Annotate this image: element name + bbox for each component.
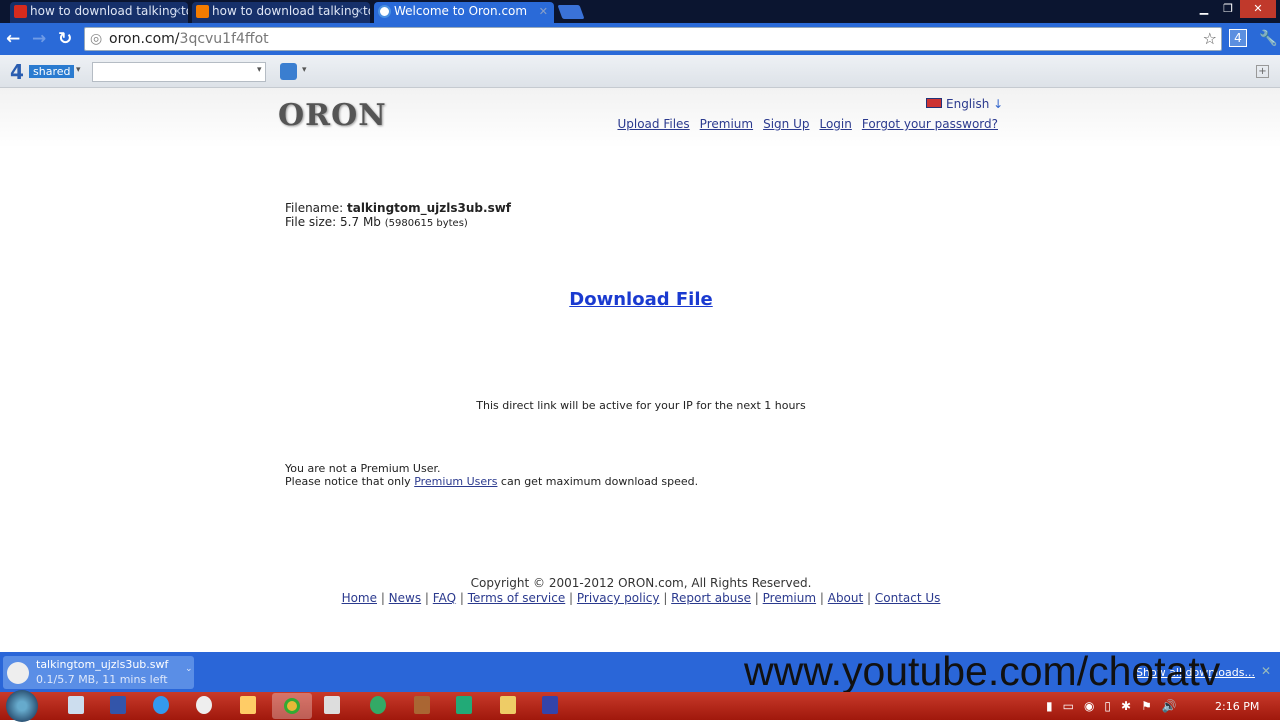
page-content: ORON English ↓ Upload Files Premium Sign…: [0, 88, 1280, 652]
navigation-bar: ← → ↻ ◎ oron.com/3qcvu1f4ffot ☆ 4 🔧: [0, 23, 1280, 55]
footer-link-home[interactable]: Home: [342, 591, 377, 605]
footer-link-faq[interactable]: FAQ: [433, 591, 456, 605]
4shared-logo[interactable]: 4: [10, 60, 24, 84]
start-button[interactable]: [6, 690, 38, 722]
tab-strip: how to download talking to ✕ how to downl…: [0, 0, 1280, 23]
add-icon[interactable]: +: [1256, 65, 1269, 78]
word-icon[interactable]: [110, 696, 126, 714]
separator: |: [750, 591, 763, 605]
notepad-icon[interactable]: [68, 696, 84, 714]
new-tab-button[interactable]: [557, 5, 585, 19]
separator: |: [456, 591, 468, 605]
notes-icon[interactable]: [500, 696, 516, 714]
filesize: 5.7 Mb: [340, 215, 381, 229]
download-file-link[interactable]: Download File: [569, 289, 712, 310]
taskbar: ▮▭◉▯✱⚑🔊 2:16 PM: [0, 690, 1280, 722]
address-bar[interactable]: ◎ oron.com/3qcvu1f4ffot ☆: [84, 27, 1222, 51]
explorer-icon[interactable]: [240, 696, 256, 714]
back-icon[interactable]: ←: [6, 29, 20, 49]
chrome-loading-icon: [378, 5, 391, 18]
globe-icon: ◎: [90, 31, 103, 47]
tab-blogger[interactable]: how to download talking to ✕: [192, 2, 370, 23]
film-icon[interactable]: [414, 696, 430, 714]
upload-icon[interactable]: [280, 63, 297, 80]
4shared-extension-icon[interactable]: 4: [1229, 29, 1247, 47]
premium-users-link[interactable]: Premium Users: [414, 475, 497, 488]
excel-icon[interactable]: [456, 696, 472, 714]
close-shelf-icon[interactable]: ✕: [1261, 664, 1271, 678]
copyright: Copyright © 2001-2012 ORON.com, All Righ…: [470, 576, 812, 590]
tab-youtube[interactable]: how to download talking to ✕: [10, 2, 188, 23]
footer-link-privacy-policy[interactable]: Privacy policy: [577, 591, 660, 605]
chrome-taskbar-button[interactable]: [272, 693, 312, 719]
forgot-password-link[interactable]: Forgot your password?: [862, 117, 998, 131]
direct-link-note: This direct link will be active for your…: [476, 399, 806, 412]
sign-up-link[interactable]: Sign Up: [763, 117, 809, 131]
footer-links: Home | News | FAQ | Terms of service | P…: [0, 591, 1280, 605]
youtube-icon: [14, 5, 27, 18]
clock[interactable]: 2:16 PM: [1215, 700, 1259, 713]
footer-link-terms-of-service[interactable]: Terms of service: [468, 591, 566, 605]
save-icon[interactable]: [542, 696, 558, 714]
separator: |: [659, 591, 672, 605]
premium-notice: You are not a Premium User. Please notic…: [285, 462, 699, 488]
separator: |: [377, 591, 389, 605]
system-tray-icons[interactable]: ▮▭◉▯✱⚑🔊: [1046, 699, 1187, 713]
filesize-bytes: (5980615 bytes): [384, 218, 468, 229]
upload-files-link[interactable]: Upload Files: [617, 117, 689, 131]
close-window-button[interactable]: ✕: [1240, 0, 1276, 18]
forward-icon[interactable]: →: [32, 29, 46, 49]
paint-icon[interactable]: [324, 696, 340, 714]
login-link[interactable]: Login: [819, 117, 851, 131]
search-dropdown-icon[interactable]: ▾: [257, 65, 262, 75]
separator: |: [565, 591, 577, 605]
download-item[interactable]: talkingtom_ujzls3ub.swf 0.1/5.7 MB, 11 m…: [3, 656, 194, 689]
footer-link-about[interactable]: About: [828, 591, 863, 605]
app-icon[interactable]: [370, 696, 386, 714]
uk-flag-icon: [926, 98, 942, 108]
file-info: Filename: talkingtom_ujzls3ub.swf File s…: [285, 201, 512, 229]
app-icon[interactable]: [196, 696, 212, 714]
4shared-search-input[interactable]: [92, 62, 266, 82]
footer-link-contact-us[interactable]: Contact Us: [875, 591, 941, 605]
maximize-button[interactable]: ❐: [1216, 0, 1240, 18]
star-icon[interactable]: ☆: [1203, 28, 1217, 50]
oron-logo[interactable]: ORON: [278, 98, 387, 133]
premium-link[interactable]: Premium: [700, 117, 753, 131]
watermark: www.youtube.com/chotatv: [744, 648, 1221, 694]
separator: |: [863, 591, 875, 605]
tab-oron[interactable]: Welcome to Oron.com ✕: [374, 2, 554, 23]
ie-icon[interactable]: [153, 696, 169, 714]
footer-link-news[interactable]: News: [389, 591, 421, 605]
4shared-toolbar: 4 shared ▾ ▾ ▾ +: [0, 55, 1280, 88]
download-shelf: talkingtom_ujzls3ub.swf 0.1/5.7 MB, 11 m…: [0, 648, 1280, 694]
blogger-icon: [196, 5, 209, 18]
file-icon: [7, 662, 29, 684]
reload-icon[interactable]: ↻: [58, 29, 72, 49]
footer-link-premium[interactable]: Premium: [763, 591, 816, 605]
close-tab-icon[interactable]: ✕: [173, 2, 182, 21]
upload-dropdown-icon[interactable]: ▾: [302, 65, 307, 75]
top-nav: Upload Files Premium Sign Up Login Forgo…: [617, 117, 998, 131]
wrench-icon[interactable]: 🔧: [1259, 29, 1278, 47]
footer-link-report-abuse[interactable]: Report abuse: [671, 591, 751, 605]
dropdown-arrow-icon[interactable]: ▾: [76, 65, 81, 75]
download-menu-icon[interactable]: ⌄: [185, 664, 193, 674]
separator: |: [816, 591, 828, 605]
separator: |: [421, 591, 433, 605]
chrome-icon: [284, 698, 300, 714]
close-tab-icon[interactable]: ✕: [355, 2, 364, 21]
minimize-button[interactable]: ▁: [1192, 0, 1216, 18]
close-tab-icon[interactable]: ✕: [539, 2, 548, 21]
filename: talkingtom_ujzls3ub.swf: [346, 201, 512, 215]
arrow-down-icon: ↓: [993, 97, 1004, 111]
language-selector[interactable]: English ↓: [926, 97, 1003, 111]
